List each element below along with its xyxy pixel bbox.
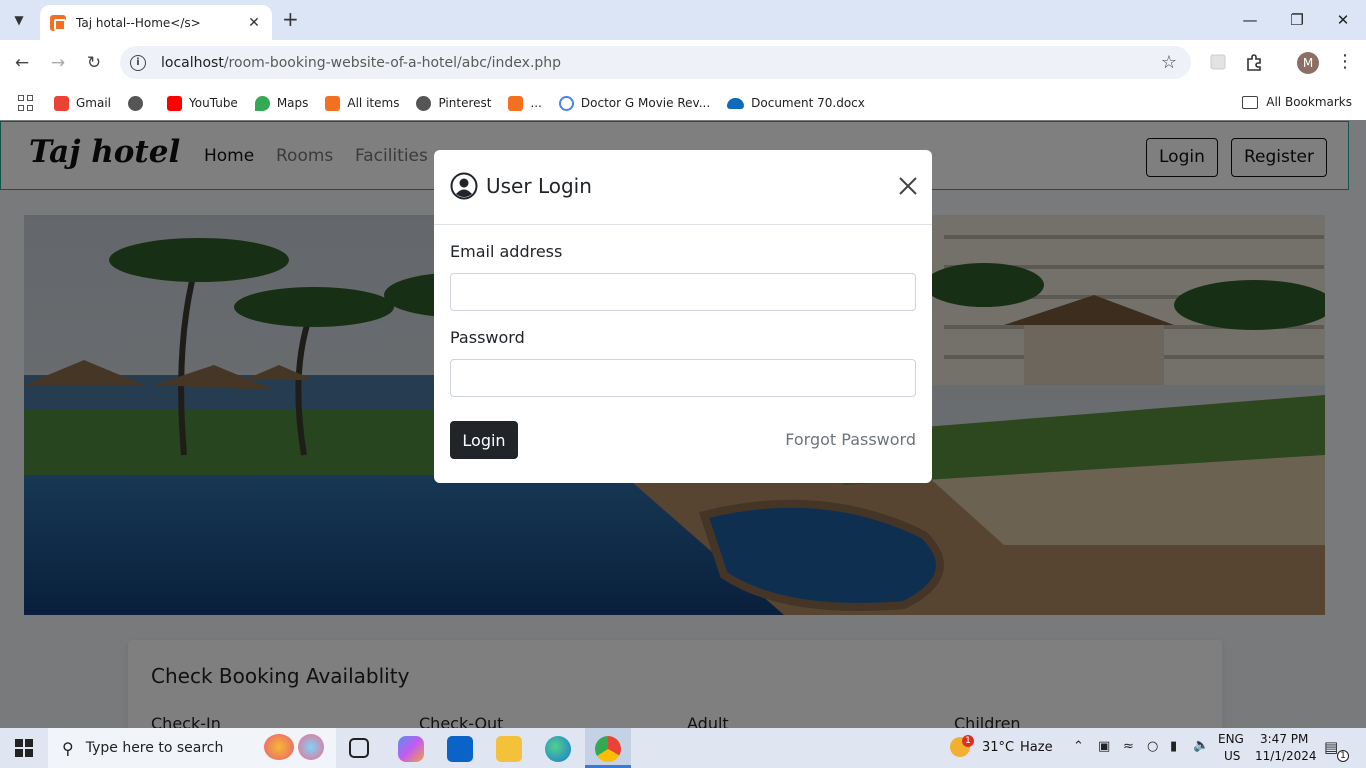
edge-icon[interactable] — [545, 736, 571, 762]
email-field[interactable] — [450, 273, 916, 311]
url-host: localhost — [161, 54, 224, 71]
forward-button[interactable]: → — [47, 52, 69, 74]
browser-toolbar: ← → ↻ i localhost/room-booking-website-o… — [0, 40, 1366, 86]
email-label: Email address — [450, 242, 563, 261]
onedrive-icon — [727, 97, 745, 109]
weather-condition[interactable]: Haze — [1020, 740, 1053, 755]
modal-header: User Login — [434, 150, 932, 225]
region[interactable]: US — [1224, 749, 1240, 763]
notification-icon[interactable]: ▤ — [1324, 738, 1338, 756]
globe-icon — [416, 95, 432, 111]
all-bookmarks[interactable]: All Bookmarks — [1242, 95, 1352, 109]
network-alert-icon[interactable]: ○ — [1147, 739, 1158, 754]
folder-icon — [1242, 95, 1259, 109]
bookmark-pinterest[interactable]: Pinterest — [416, 95, 492, 111]
user-circle-icon — [450, 172, 478, 200]
extensions-puzzle-icon[interactable] — [1245, 53, 1263, 71]
gmail-icon — [54, 95, 69, 111]
xampp-icon — [325, 95, 341, 111]
tab-search-button[interactable]: ▼ — [6, 7, 32, 33]
back-button[interactable]: ← — [11, 52, 33, 74]
bookmark-label: Maps — [276, 96, 309, 110]
windows-start-icon[interactable] — [15, 739, 33, 757]
diwali-search-highlight-icon[interactable] — [264, 734, 294, 760]
language[interactable]: ENG — [1218, 732, 1244, 746]
tab-title: Taj hotal--Home</s> — [76, 15, 201, 30]
file-explorer-icon[interactable] — [496, 736, 522, 762]
browser-menu-icon[interactable]: ⋮ — [1336, 51, 1354, 73]
wifi-icon[interactable]: ≈ — [1123, 739, 1134, 754]
chevron-up-icon[interactable]: ⌃ — [1073, 739, 1084, 754]
temperature[interactable]: 31°C — [982, 740, 1014, 755]
bookmark-document[interactable]: Document 70.docx — [727, 96, 865, 110]
modal-title: User Login — [486, 174, 592, 198]
globe-icon — [128, 95, 144, 111]
bookmark-youtube[interactable]: YouTube — [167, 95, 238, 111]
volume-icon[interactable]: 🔈 — [1193, 738, 1209, 753]
close-icon[interactable] — [896, 174, 920, 198]
profile-avatar[interactable]: M — [1297, 52, 1319, 74]
extension-icon[interactable] — [1209, 53, 1227, 71]
restore-button[interactable]: ❐ — [1287, 10, 1307, 30]
minimize-button[interactable]: — — [1240, 10, 1260, 30]
bookmark-label: Doctor G Movie Rev... — [580, 96, 711, 110]
copilot-icon[interactable] — [398, 736, 424, 762]
weather-badge: 1 — [962, 735, 974, 747]
close-window-button[interactable]: ✕ — [1333, 10, 1353, 30]
bookmark-globe[interactable] — [128, 95, 150, 111]
new-tab-button[interactable]: + — [282, 9, 299, 29]
bookmark-label: Pinterest — [438, 96, 492, 110]
login-submit-button[interactable]: Login — [450, 421, 518, 459]
all-bookmarks-label: All Bookmarks — [1266, 95, 1352, 109]
bookmark-star-icon[interactable]: ☆ — [1161, 52, 1177, 73]
bookmark-gmail[interactable]: Gmail — [54, 95, 112, 111]
meet-now-icon[interactable]: ▣ — [1098, 739, 1110, 754]
url-path: /room-booking-website-of-a-hotel/abc/ind… — [223, 54, 562, 71]
notification-count: 1 — [1337, 750, 1349, 762]
reload-button[interactable]: ↻ — [83, 52, 105, 74]
address-bar[interactable]: i localhost/room-booking-website-of-a-ho… — [120, 46, 1191, 79]
outlook-icon[interactable] — [447, 736, 473, 762]
bookmark-label: Gmail — [76, 96, 112, 110]
bookmark-maps[interactable]: Maps — [254, 95, 309, 111]
clock-date[interactable]: 11/1/2024 — [1255, 749, 1317, 763]
xampp-favicon-icon — [50, 14, 66, 31]
forgot-password-link[interactable]: Forgot Password — [785, 430, 916, 449]
xampp-icon — [508, 95, 524, 111]
bookmark-label: YouTube — [189, 96, 238, 110]
google-icon — [558, 95, 574, 111]
maps-icon — [254, 95, 270, 111]
password-label: Password — [450, 328, 525, 347]
bookmark-doctor-g[interactable]: Doctor G Movie Rev... — [558, 95, 711, 111]
bookmark-label: All items — [347, 96, 400, 110]
bookmark-all-items[interactable]: All items — [325, 95, 400, 111]
clock-time[interactable]: 3:47 PM — [1260, 732, 1308, 746]
search-placeholder: Type here to search — [85, 740, 224, 756]
search-highlight-icon[interactable] — [298, 734, 324, 760]
apps-grid-icon[interactable] — [18, 95, 34, 111]
battery-icon[interactable]: ▮ — [1170, 739, 1177, 754]
bookmark-label: Document 70.docx — [751, 96, 865, 110]
youtube-icon — [167, 95, 183, 111]
task-view-icon[interactable] — [349, 738, 369, 758]
bookmark-label: ... — [530, 96, 542, 110]
site-info-icon[interactable]: i — [130, 54, 146, 71]
windows-taskbar: ⚲ Type here to search 1 31°C Haze ⌃ ▣ ≈ … — [0, 728, 1366, 768]
tab-close-icon[interactable]: ✕ — [246, 15, 262, 31]
user-login-modal: User Login Email address Password Login … — [434, 150, 932, 483]
browser-tab-active[interactable]: Taj hotal--Home</s> ✕ — [40, 5, 272, 40]
bookmarks-bar: Gmail YouTube Maps All items Pinterest .… — [0, 86, 1366, 120]
search-icon: ⚲ — [62, 738, 74, 758]
chrome-icon[interactable] — [595, 736, 621, 762]
password-field[interactable] — [450, 359, 916, 397]
browser-tabstrip: ▼ Taj hotal--Home</s> ✕ + — ❐ ✕ — [0, 0, 1366, 40]
bookmark-xampp-ellipsis[interactable]: ... — [508, 95, 542, 111]
